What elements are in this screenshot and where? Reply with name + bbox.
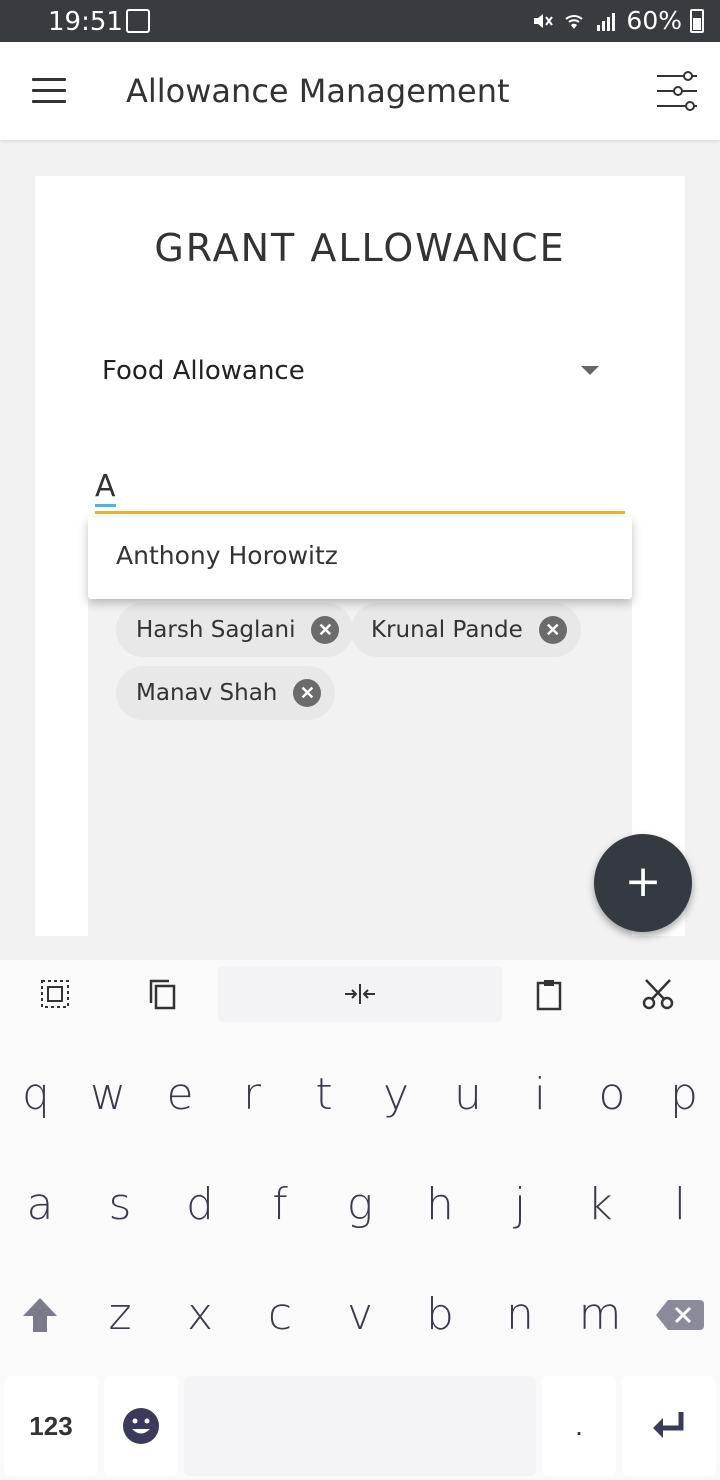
remove-chip-icon[interactable]: ✕ bbox=[538, 616, 567, 644]
space-key[interactable] bbox=[184, 1376, 536, 1476]
key-v[interactable]: v bbox=[324, 1260, 396, 1370]
status-time: 19:51 bbox=[48, 7, 123, 37]
suggestion-item[interactable]: Anthony Horowitz bbox=[116, 541, 338, 570]
key-e[interactable]: e bbox=[144, 1040, 216, 1150]
cursor-icon[interactable] bbox=[342, 976, 378, 1012]
remove-chip-icon[interactable]: ✕ bbox=[293, 679, 322, 707]
key-y[interactable]: y bbox=[360, 1040, 432, 1150]
mute-icon bbox=[534, 13, 554, 28]
shift-icon[interactable] bbox=[4, 1260, 76, 1370]
copy-icon[interactable] bbox=[145, 976, 181, 1012]
add-button[interactable]: + bbox=[594, 834, 692, 932]
remove-chip-icon[interactable]: ✕ bbox=[311, 616, 340, 644]
key-d[interactable]: d bbox=[164, 1150, 236, 1260]
chip-label: Manav Shah bbox=[136, 680, 278, 706]
menu-icon[interactable] bbox=[32, 78, 66, 104]
emoji-key[interactable] bbox=[104, 1376, 178, 1476]
employee-search-value: A bbox=[95, 470, 116, 507]
emoji-icon bbox=[123, 1408, 159, 1444]
key-u[interactable]: u bbox=[432, 1040, 504, 1150]
key-s[interactable]: s bbox=[84, 1150, 156, 1260]
enter-icon bbox=[653, 1412, 684, 1438]
dropdown-arrow-icon bbox=[581, 366, 599, 375]
key-z[interactable]: z bbox=[84, 1260, 156, 1370]
select-all-icon[interactable] bbox=[37, 976, 73, 1012]
numbers-key[interactable]: 123 bbox=[4, 1376, 98, 1476]
keyboard-row-1: q w e r t y u i o p bbox=[0, 1040, 720, 1150]
key-o[interactable]: o bbox=[576, 1040, 648, 1150]
allowance-type-select[interactable]: Food Allowance bbox=[102, 354, 602, 394]
status-icons: 60% bbox=[530, 6, 704, 35]
hand-icon bbox=[126, 9, 150, 33]
key-g[interactable]: g bbox=[324, 1150, 396, 1260]
key-k[interactable]: k bbox=[564, 1150, 636, 1260]
key-j[interactable]: j bbox=[484, 1150, 556, 1260]
keyboard-row-3: z x c v b n m bbox=[0, 1260, 720, 1370]
key-r[interactable]: r bbox=[216, 1040, 288, 1150]
cut-icon[interactable] bbox=[640, 976, 676, 1012]
enter-key[interactable] bbox=[622, 1376, 716, 1476]
key-n[interactable]: n bbox=[484, 1260, 556, 1370]
keyboard: q w e r t y u i o p a s d f g h j k l z … bbox=[0, 960, 720, 1480]
key-b[interactable]: b bbox=[404, 1260, 476, 1370]
chip-label: Harsh Saglani bbox=[136, 617, 296, 643]
allowance-type-value: Food Allowance bbox=[102, 356, 305, 386]
key-q[interactable]: q bbox=[0, 1040, 72, 1150]
key-f[interactable]: f bbox=[244, 1150, 316, 1260]
key-h[interactable]: h bbox=[404, 1150, 476, 1260]
backspace-icon[interactable] bbox=[644, 1260, 716, 1370]
period-key[interactable]: . bbox=[542, 1376, 616, 1476]
key-a[interactable]: a bbox=[4, 1150, 76, 1260]
keyboard-bottom-row: 123 . bbox=[0, 1372, 720, 1480]
employee-chip[interactable]: Harsh Saglani ✕ bbox=[116, 603, 354, 657]
employee-search-input[interactable]: A bbox=[95, 468, 625, 514]
card-title: GRANT ALLOWANCE bbox=[154, 226, 566, 270]
key-t[interactable]: t bbox=[288, 1040, 360, 1150]
keyboard-row-2: a s d f g h j k l bbox=[0, 1150, 720, 1260]
selected-employees: Harsh Saglani ✕ Krunal Pande ✕ Manav Sha… bbox=[88, 591, 632, 936]
key-w[interactable]: w bbox=[72, 1040, 144, 1150]
key-p[interactable]: p bbox=[648, 1040, 720, 1150]
input-underline bbox=[95, 511, 625, 514]
signal-icon bbox=[597, 12, 616, 31]
suggestion-dropdown: Anthony Horowitz bbox=[88, 517, 632, 599]
keyboard-toolbar bbox=[0, 960, 720, 1028]
wifi-icon bbox=[565, 14, 584, 29]
key-i[interactable]: i bbox=[504, 1040, 576, 1150]
chip-label: Krunal Pande bbox=[371, 617, 523, 643]
key-m[interactable]: m bbox=[564, 1260, 636, 1370]
battery-percent: 60% bbox=[626, 6, 682, 35]
page-title: Allowance Management bbox=[126, 72, 510, 110]
key-x[interactable]: x bbox=[164, 1260, 236, 1370]
employee-chip[interactable]: Krunal Pande ✕ bbox=[351, 603, 581, 657]
status-bar: 19:51 60% bbox=[0, 0, 720, 42]
filter-icon[interactable] bbox=[656, 68, 698, 114]
employee-chip[interactable]: Manav Shah ✕ bbox=[116, 666, 336, 720]
key-c[interactable]: c bbox=[244, 1260, 316, 1370]
key-l[interactable]: l bbox=[644, 1150, 716, 1260]
app-bar: Allowance Management bbox=[0, 42, 720, 140]
paste-icon[interactable] bbox=[531, 976, 567, 1012]
battery-icon bbox=[690, 8, 704, 33]
